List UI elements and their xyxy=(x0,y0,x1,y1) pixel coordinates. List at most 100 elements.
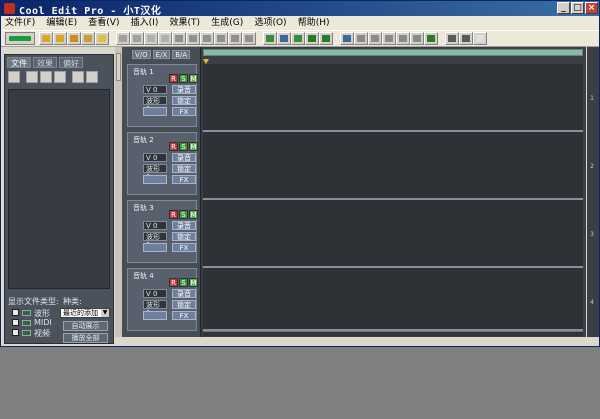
loop-icon[interactable] xyxy=(158,32,172,45)
lock-button[interactable]: 锁定 xyxy=(172,164,196,173)
maximize-button[interactable]: □ xyxy=(571,2,584,14)
minimize-button[interactable]: _ xyxy=(557,2,570,14)
record-mode-button[interactable] xyxy=(143,175,167,184)
close-button[interactable]: × xyxy=(585,2,598,14)
record-arm-button[interactable]: R xyxy=(169,210,178,219)
mute-button[interactable]: M xyxy=(189,278,198,287)
mute-button[interactable]: M xyxy=(189,74,198,83)
tab-effects[interactable]: E/X xyxy=(152,50,171,59)
time-ruler[interactable] xyxy=(203,331,583,336)
output-field[interactable]: 波形 1 xyxy=(143,232,167,249)
volume-field[interactable]: V 0 xyxy=(143,85,167,94)
solo-button[interactable]: S xyxy=(179,74,188,83)
fx-button[interactable]: FX xyxy=(172,243,196,252)
volume-field[interactable]: V 0 xyxy=(143,289,167,298)
menu-effects[interactable]: 效果(T) xyxy=(166,16,205,30)
insert-file-icon[interactable] xyxy=(40,71,52,83)
view-mode-toggle[interactable] xyxy=(5,32,35,45)
output-field[interactable]: 波形 1 xyxy=(143,96,167,113)
envelope-icon[interactable] xyxy=(228,32,242,45)
fx-button[interactable]: FX xyxy=(172,107,196,116)
wave-icon[interactable] xyxy=(214,32,228,45)
tab-files[interactable]: 文件 xyxy=(7,57,31,68)
paste-icon[interactable] xyxy=(95,32,109,45)
menu-edit[interactable]: 编辑(E) xyxy=(42,16,81,30)
menu-help[interactable]: 帮助(H) xyxy=(294,16,334,30)
multitrack-view[interactable] xyxy=(200,47,586,337)
fx-button[interactable]: FX xyxy=(172,311,196,320)
lock-button[interactable]: 锁定 xyxy=(172,96,196,105)
settings-icon[interactable] xyxy=(396,32,410,45)
select-icon[interactable] xyxy=(277,32,291,45)
marker-icon[interactable] xyxy=(382,32,396,45)
record-mode-button[interactable] xyxy=(143,311,167,320)
panel-scrollbar[interactable] xyxy=(115,47,122,337)
video-icon[interactable] xyxy=(445,32,459,45)
record-mode-button[interactable] xyxy=(143,243,167,252)
output-field[interactable]: 波形 1 xyxy=(143,300,167,317)
metronome-icon[interactable] xyxy=(200,32,214,45)
help-icon[interactable] xyxy=(86,71,98,83)
record-arm-button[interactable]: R xyxy=(169,278,178,287)
redo-icon[interactable] xyxy=(130,32,144,45)
time-icon[interactable] xyxy=(291,32,305,45)
mute-button[interactable]: M xyxy=(189,210,198,219)
pan-button[interactable]: 录音 xyxy=(172,221,196,230)
track-lane-2[interactable] xyxy=(203,132,583,200)
cut-icon[interactable] xyxy=(67,32,81,45)
edit-file-icon[interactable] xyxy=(54,71,66,83)
cue-icon[interactable] xyxy=(305,32,319,45)
tab-effects[interactable]: 效果 xyxy=(33,57,57,68)
track-lane-3[interactable] xyxy=(203,200,583,268)
undo-icon[interactable] xyxy=(116,32,130,45)
volume-field[interactable]: V 0 xyxy=(143,153,167,162)
open-file-icon[interactable] xyxy=(8,71,20,83)
mix-icon[interactable] xyxy=(172,32,186,45)
rack-icon[interactable] xyxy=(340,32,354,45)
wave-type-checkbox[interactable] xyxy=(12,309,19,316)
record-icon[interactable] xyxy=(186,32,200,45)
scrollbar-thumb[interactable] xyxy=(116,53,121,81)
chevron-down-icon[interactable]: ▼ xyxy=(101,309,109,317)
pan-icon[interactable] xyxy=(242,32,256,45)
tab-volume[interactable]: V/O xyxy=(132,50,151,59)
save-icon[interactable] xyxy=(53,32,67,45)
menu-options[interactable]: 选项(O) xyxy=(250,16,290,30)
pencil-icon[interactable] xyxy=(263,32,277,45)
menu-generate[interactable]: 生成(G) xyxy=(207,16,247,30)
zoom-icon[interactable] xyxy=(144,32,158,45)
midi-icon[interactable] xyxy=(424,32,438,45)
session-overview-bar[interactable] xyxy=(203,49,583,56)
output-field[interactable]: 波形 1 xyxy=(143,164,167,181)
record-mode-button[interactable] xyxy=(143,107,167,116)
close-file-icon[interactable] xyxy=(26,71,38,83)
record-arm-button[interactable]: R xyxy=(169,142,178,151)
solo-button[interactable]: S xyxy=(179,142,188,151)
fx-icon[interactable] xyxy=(319,32,333,45)
lock-button[interactable]: 锁定 xyxy=(172,232,196,241)
sort-select[interactable]: 最近的添加 ▼ xyxy=(60,308,110,318)
mute-button[interactable]: M xyxy=(189,142,198,151)
copy-icon[interactable] xyxy=(81,32,95,45)
menu-insert[interactable]: 插入(I) xyxy=(127,16,163,30)
video-type-checkbox[interactable] xyxy=(12,329,19,336)
play-file-icon[interactable] xyxy=(72,71,84,83)
track-lane-1[interactable] xyxy=(203,64,583,132)
keyboard-icon[interactable] xyxy=(410,32,424,45)
pan-button[interactable]: 录音 xyxy=(172,85,196,94)
bus-icon[interactable] xyxy=(368,32,382,45)
midi-type-checkbox[interactable] xyxy=(12,319,19,326)
lock-button[interactable]: 锁定 xyxy=(172,300,196,309)
solo-button[interactable]: S xyxy=(179,210,188,219)
track-lane-4[interactable] xyxy=(203,268,583,331)
menu-file[interactable]: 文件(F) xyxy=(1,16,39,30)
fx-button[interactable]: FX xyxy=(172,175,196,184)
title-bar[interactable]: Cool Edit Pro - 小T汉化 _ □ × xyxy=(1,1,599,17)
help-icon[interactable] xyxy=(473,32,487,45)
tab-bus[interactable]: B/A xyxy=(172,50,191,59)
solo-button[interactable]: S xyxy=(179,278,188,287)
cd-icon[interactable] xyxy=(459,32,473,45)
volume-field[interactable]: V 0 xyxy=(143,221,167,230)
open-icon[interactable] xyxy=(39,32,53,45)
menu-view[interactable]: 查看(V) xyxy=(84,16,123,30)
